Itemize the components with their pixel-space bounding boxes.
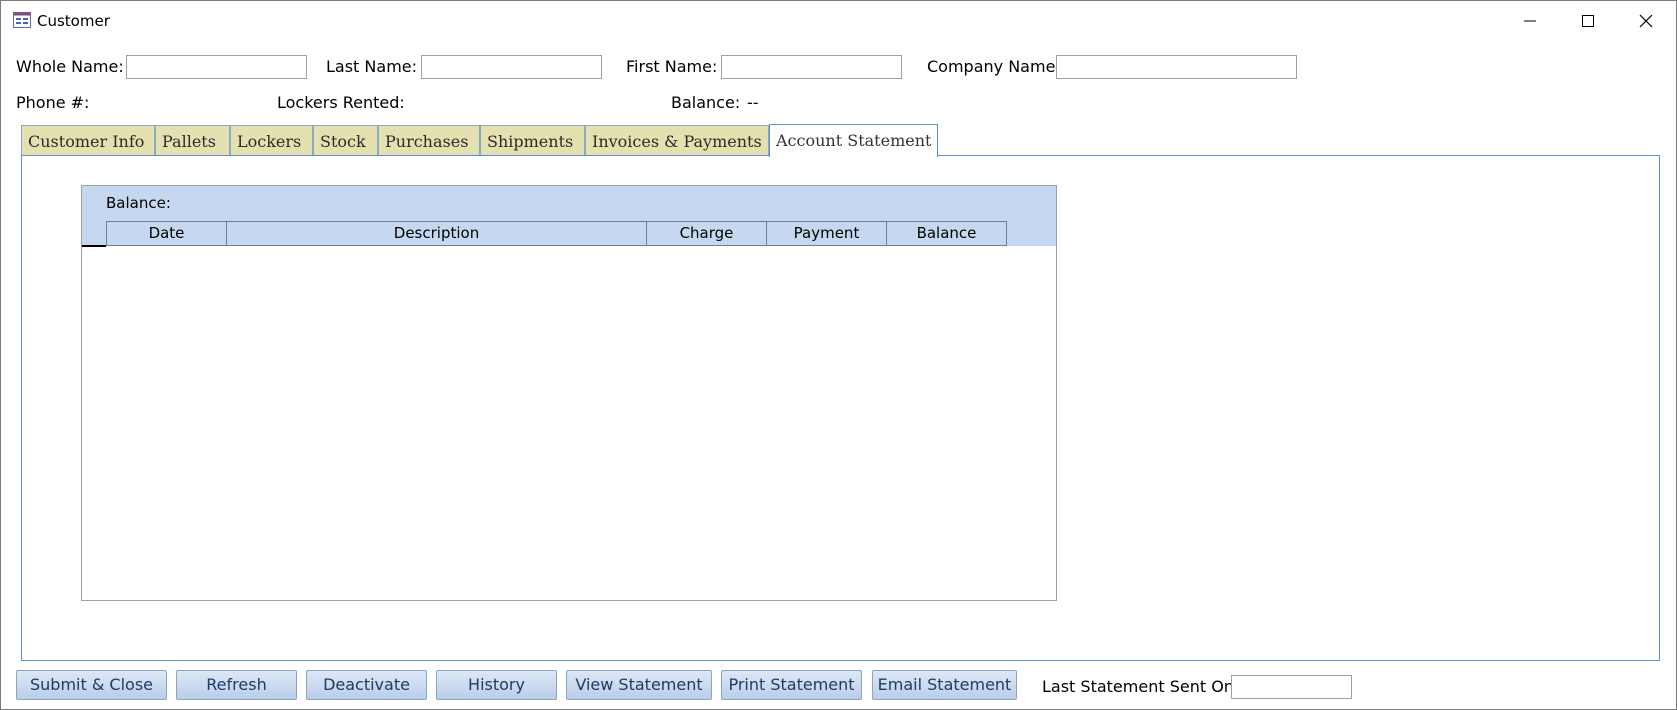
tab-pallets[interactable]: Pallets	[155, 125, 230, 155]
email-statement-button[interactable]: Email Statement	[872, 670, 1017, 700]
tab-account-statement[interactable]: Account Statement	[769, 124, 938, 157]
title-bar: Customer	[1, 1, 1676, 41]
column-header-date: Date	[106, 221, 227, 246]
maximize-button[interactable]	[1559, 1, 1617, 41]
tab-lockers[interactable]: Lockers	[230, 125, 313, 155]
window-title: Customer	[37, 12, 110, 30]
statement-subform: Balance: Date Description Charge Payment…	[81, 185, 1057, 601]
tab-invoices-payments[interactable]: Invoices & Payments	[585, 125, 769, 155]
close-button[interactable]	[1617, 1, 1675, 41]
minimize-button[interactable]	[1501, 1, 1559, 41]
tab-shipments[interactable]: Shipments	[480, 125, 585, 155]
tab-purchases[interactable]: Purchases	[378, 125, 480, 155]
column-header-balance: Balance	[886, 221, 1007, 246]
tab-stock[interactable]: Stock	[313, 125, 378, 155]
balance-label: Balance:	[671, 93, 741, 112]
customer-window: Customer Whole Name: Last Name: First Na…	[0, 0, 1677, 710]
submit-close-button[interactable]: Submit & Close	[16, 670, 167, 700]
first-name-field[interactable]	[721, 55, 902, 79]
whole-name-field[interactable]	[126, 55, 307, 79]
tab-customer-info[interactable]: Customer Info	[21, 125, 155, 155]
last-name-field[interactable]	[421, 55, 602, 79]
record-selector[interactable]	[82, 245, 106, 247]
whole-name-label: Whole Name:	[16, 57, 124, 76]
refresh-button[interactable]: Refresh	[176, 670, 297, 700]
balance-value: --	[747, 93, 759, 112]
maximize-icon	[1582, 15, 1594, 27]
history-button[interactable]: History	[436, 670, 557, 700]
last-name-label: Last Name:	[326, 57, 418, 76]
subform-header: Balance: Date Description Charge Payment…	[82, 186, 1056, 246]
minimize-icon	[1524, 20, 1536, 22]
last-statement-field[interactable]	[1231, 675, 1352, 699]
close-icon	[1639, 14, 1653, 28]
last-statement-label: Last Statement Sent On:	[1042, 677, 1240, 696]
subform-balance-label: Balance:	[106, 194, 171, 212]
company-name-label: Company Name:	[927, 57, 1061, 76]
form-icon	[13, 12, 31, 28]
deactivate-button[interactable]: Deactivate	[306, 670, 427, 700]
lockers-rented-label: Lockers Rented:	[277, 93, 405, 112]
print-statement-button[interactable]: Print Statement	[721, 670, 862, 700]
first-name-label: First Name:	[626, 57, 718, 76]
company-name-field[interactable]	[1056, 55, 1297, 79]
column-header-payment: Payment	[766, 221, 887, 246]
phone-label: Phone #:	[16, 93, 90, 112]
column-header-charge: Charge	[646, 221, 767, 246]
column-header-description: Description	[226, 221, 647, 246]
view-statement-button[interactable]: View Statement	[566, 670, 712, 700]
